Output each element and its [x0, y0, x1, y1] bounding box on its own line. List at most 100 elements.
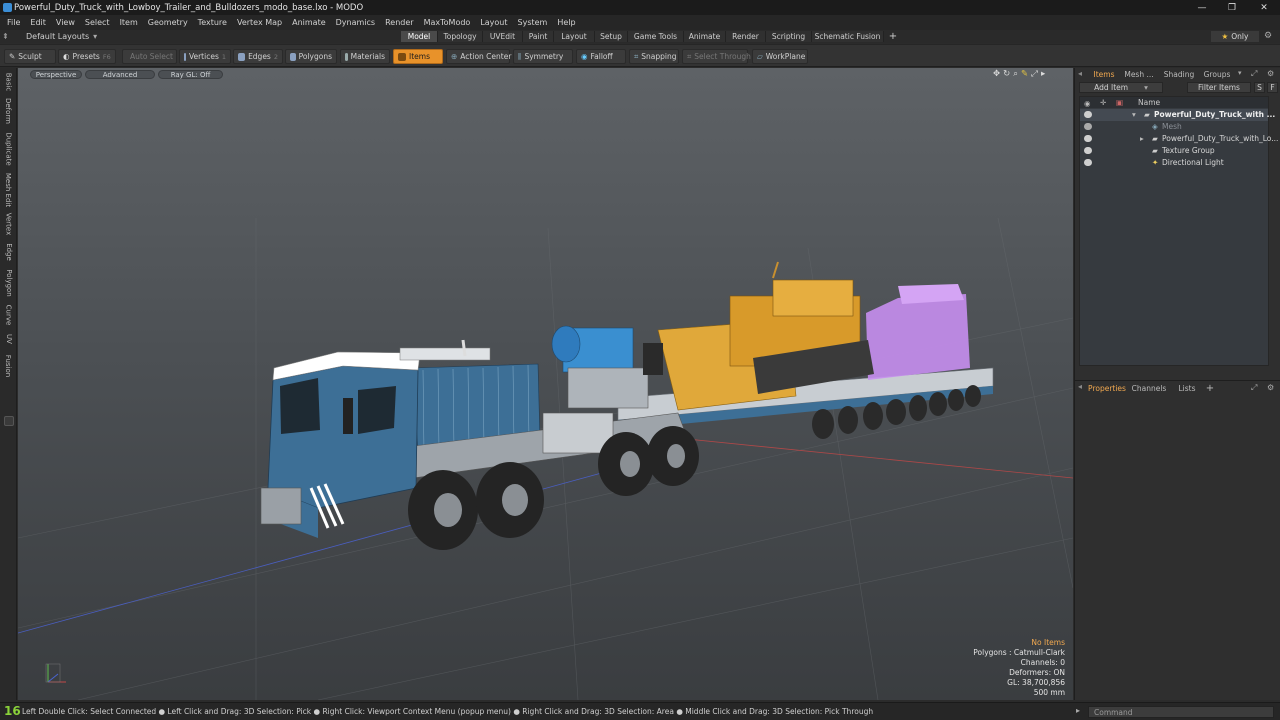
eye-icon[interactable]	[1084, 159, 1092, 166]
item-row-directional-light[interactable]: ✦ Directional Light	[1080, 157, 1268, 169]
panel-grip-icon[interactable]: ◂	[1078, 69, 1082, 78]
tab-layout[interactable]: Layout	[554, 31, 595, 42]
axis-gizmo-icon	[45, 663, 66, 683]
maximize-button[interactable]: ❐	[1220, 0, 1244, 15]
vtab-edge[interactable]: Edge	[2, 240, 15, 264]
command-input[interactable]: Command	[1088, 706, 1274, 718]
tab-channels[interactable]: Channels	[1131, 383, 1167, 394]
menu-layout[interactable]: Layout	[475, 18, 512, 27]
menu-dynamics[interactable]: Dynamics	[331, 18, 380, 27]
tab-paint[interactable]: Paint	[523, 31, 554, 42]
vertices-button[interactable]: Vertices 1	[179, 49, 231, 64]
tab-model[interactable]: Model	[401, 31, 438, 42]
eye-icon[interactable]	[1084, 123, 1092, 130]
tab-properties[interactable]: Properties	[1087, 383, 1127, 394]
s-button[interactable]: S	[1254, 82, 1265, 93]
menu-vertex-map[interactable]: Vertex Map	[232, 18, 287, 27]
menu-maxtomodo[interactable]: MaxToModo	[419, 18, 476, 27]
action-center-button[interactable]: ⊕ Action Center	[446, 49, 511, 64]
expand-panel-icon[interactable]: ⤢	[1251, 69, 1257, 79]
item-list[interactable]: ◉ ✛ ▣ Name ▾ ▰ Powerful_Duty_Truck_with …	[1079, 96, 1278, 366]
collapse-arrow-icon[interactable]: ▾	[1132, 110, 1136, 119]
panel-grip-icon[interactable]: ◂	[1078, 382, 1082, 391]
menu-texture[interactable]: Texture	[193, 18, 232, 27]
render-column-icon[interactable]: ▣	[1116, 98, 1123, 107]
eye-icon[interactable]	[1084, 135, 1092, 142]
vtab-polygon[interactable]: Polygon	[2, 266, 15, 300]
menu-geometry[interactable]: Geometry	[143, 18, 193, 27]
auto-select-button[interactable]: Auto Select	[122, 49, 177, 64]
command-expand-icon[interactable]: ▸	[1076, 706, 1080, 715]
f-button[interactable]: F	[1267, 82, 1278, 93]
vtab-basic[interactable]: Basic	[2, 70, 15, 94]
name-column-header[interactable]: Name	[1138, 98, 1160, 107]
tab-setup[interactable]: Setup	[595, 31, 628, 42]
3d-viewport[interactable]: Perspective Advanced Ray GL: Off ✥ ↻ ⌕ ✎…	[18, 68, 1073, 700]
close-button[interactable]: ✕	[1252, 0, 1276, 15]
menu-item[interactable]: Item	[115, 18, 143, 27]
tab-groups[interactable]: Groups	[1199, 69, 1235, 80]
visibility-column-icon[interactable]: ◉	[1084, 99, 1091, 108]
add-tab-button[interactable]: +	[886, 31, 900, 42]
tab-lists[interactable]: Lists	[1173, 383, 1201, 394]
item-row-texture-group[interactable]: ▰ Texture Group	[1080, 145, 1268, 157]
panel-options-icon[interactable]: ⚙	[1267, 383, 1274, 392]
eye-icon[interactable]	[1084, 147, 1092, 154]
ghost-bulldozer-model	[866, 284, 970, 380]
tab-topology[interactable]: Topology	[438, 31, 483, 42]
add-tab-button[interactable]: +	[1203, 383, 1217, 394]
menu-render[interactable]: Render	[380, 18, 418, 27]
tab-shading[interactable]: Shading	[1161, 69, 1197, 80]
panel-options-icon[interactable]: ⚙	[1267, 69, 1274, 78]
tab-mesh[interactable]: Mesh ...	[1121, 69, 1157, 80]
menu-system[interactable]: System	[513, 18, 553, 27]
vtab-basic-label: Basic	[4, 72, 13, 92]
sculpt-button[interactable]: ✎ Sculpt	[4, 49, 56, 64]
item-row-truck-mesh[interactable]: ▸ ▰ Powerful_Duty_Truck_with_Lo...	[1080, 133, 1278, 145]
workplane-button[interactable]: ▱ WorkPlane	[752, 49, 808, 64]
polygons-button[interactable]: Polygons	[285, 49, 337, 64]
tab-scripting[interactable]: Scripting	[766, 31, 812, 42]
minimize-button[interactable]: —	[1190, 0, 1214, 15]
layout-selector[interactable]: ⇞ Default Layouts ▾	[2, 30, 112, 43]
add-item-button[interactable]: Add Item ▾	[1079, 82, 1163, 93]
item-row-scene-root[interactable]: ▾ ▰ Powerful_Duty_Truck_with ...	[1080, 109, 1275, 121]
menu-file[interactable]: File	[2, 18, 25, 27]
materials-button[interactable]: Materials	[340, 49, 390, 64]
vtab-duplicate[interactable]: Duplicate	[2, 130, 15, 168]
vtab-deform[interactable]: Deform	[2, 96, 15, 126]
item-row-mesh[interactable]: ◈ Mesh	[1080, 121, 1268, 133]
menu-help[interactable]: Help	[552, 18, 580, 27]
tabs-dropdown-icon[interactable]: ▾	[1238, 69, 1242, 77]
menu-edit[interactable]: Edit	[25, 18, 51, 27]
tab-animate[interactable]: Animate	[684, 31, 726, 42]
tab-items[interactable]: Items	[1089, 69, 1119, 80]
menu-select[interactable]: Select	[80, 18, 115, 27]
expand-panel-icon[interactable]: ⤢	[1251, 383, 1257, 393]
symmetry-button[interactable]: ⫼ Symmetry	[513, 49, 573, 64]
eye-icon[interactable]	[1084, 111, 1092, 118]
menu-view[interactable]: View	[51, 18, 80, 27]
tab-game-tools[interactable]: Game Tools	[628, 31, 684, 42]
tab-schematic-fusion[interactable]: Schematic Fusion	[812, 31, 884, 42]
filter-items-button[interactable]: Filter Items	[1187, 82, 1251, 93]
vtab-curve[interactable]: Curve	[2, 302, 15, 328]
vtab-mesh-edit[interactable]: Mesh Edit	[2, 172, 15, 208]
lock-column-icon[interactable]: ✛	[1100, 98, 1106, 107]
tab-uvedit[interactable]: UVEdit	[483, 31, 523, 42]
vtab-uv[interactable]: UV	[2, 330, 15, 348]
snapping-button[interactable]: ⌗ Snapping	[629, 49, 679, 64]
only-toggle[interactable]: ★ Only	[1211, 31, 1259, 42]
items-button[interactable]: Items	[393, 49, 443, 64]
menu-animate[interactable]: Animate	[287, 18, 331, 27]
panel-toggle-button[interactable]	[4, 416, 14, 426]
edges-button[interactable]: Edges 2	[233, 49, 283, 64]
gear-icon[interactable]: ⚙	[1264, 31, 1272, 41]
expand-arrow-icon[interactable]: ▸	[1140, 134, 1144, 143]
select-through-button[interactable]: ⌗ Select Through	[682, 49, 751, 64]
vtab-fusion[interactable]: Fusion	[2, 352, 15, 380]
presets-button[interactable]: ◐ Presets F6	[58, 49, 116, 64]
falloff-button[interactable]: ◉ Falloff	[576, 49, 626, 64]
vtab-vertex[interactable]: Vertex	[2, 210, 15, 238]
tab-render[interactable]: Render	[726, 31, 766, 42]
